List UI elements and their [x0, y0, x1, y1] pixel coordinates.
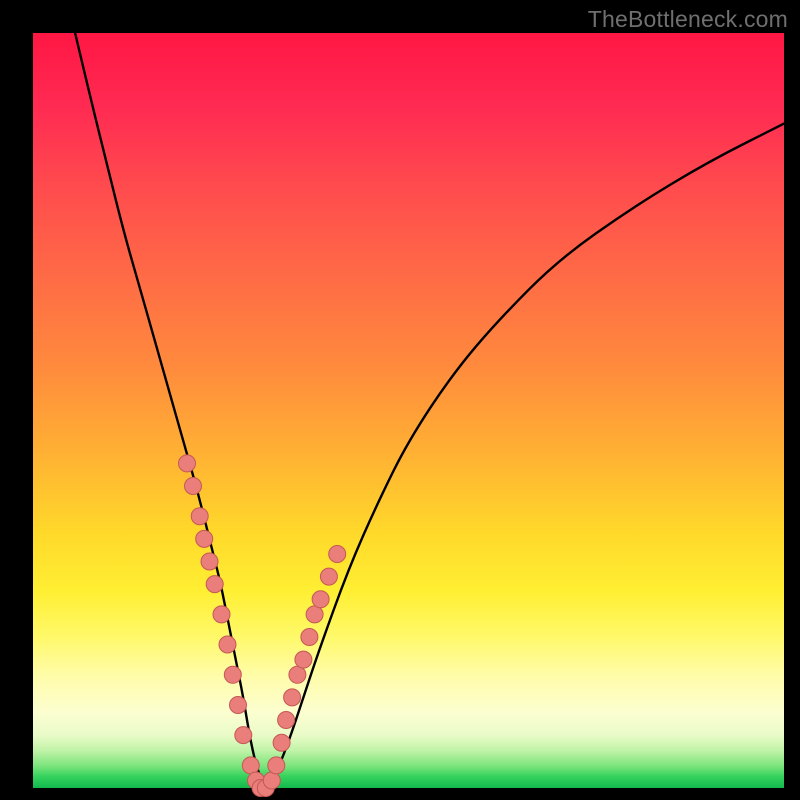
scatter-dot	[263, 772, 280, 789]
scatter-dot	[196, 530, 213, 547]
scatter-dot	[268, 757, 285, 774]
scatter-dot	[306, 606, 323, 623]
scatter-dot	[213, 606, 230, 623]
bottleneck-curve	[75, 33, 784, 785]
watermark-text: TheBottleneck.com	[588, 6, 788, 33]
scatter-dot	[301, 629, 318, 646]
scatter-dot	[206, 576, 223, 593]
scatter-dots	[179, 455, 346, 797]
scatter-dot	[224, 666, 241, 683]
curve-layer	[33, 33, 784, 788]
scatter-dot	[278, 712, 295, 729]
scatter-dot	[191, 508, 208, 525]
scatter-dot	[289, 666, 306, 683]
scatter-dot	[329, 546, 346, 563]
scatter-dot	[219, 636, 236, 653]
scatter-dot	[235, 727, 252, 744]
scatter-dot	[185, 478, 202, 495]
scatter-dot	[284, 689, 301, 706]
scatter-dot	[242, 757, 259, 774]
scatter-dot	[201, 553, 218, 570]
scatter-dot	[273, 734, 290, 751]
chart-frame: TheBottleneck.com	[0, 0, 800, 800]
scatter-dot	[179, 455, 196, 472]
scatter-dot	[320, 568, 337, 585]
scatter-dot	[295, 651, 312, 668]
scatter-dot	[312, 591, 329, 608]
scatter-dot	[230, 697, 247, 714]
